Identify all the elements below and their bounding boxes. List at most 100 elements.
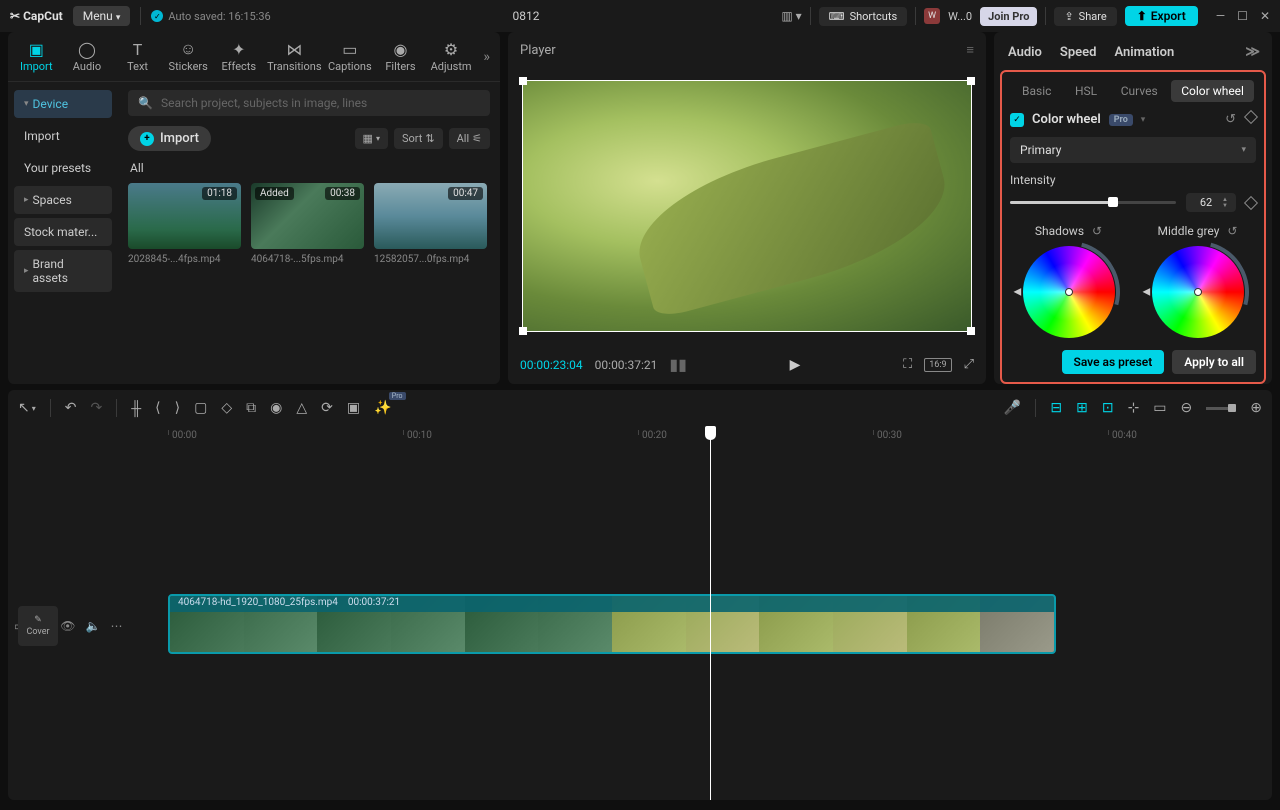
player-viewport[interactable] bbox=[518, 66, 976, 345]
preview-tool[interactable]: ▭ bbox=[1153, 400, 1166, 416]
subtab-colorwheel[interactable]: Color wheel bbox=[1171, 80, 1254, 102]
resize-handle[interactable] bbox=[967, 327, 975, 335]
reset-icon[interactable]: ↺ bbox=[1092, 224, 1102, 238]
play-button[interactable]: ▶ bbox=[790, 357, 801, 373]
tab-import[interactable]: ▣ Import bbox=[12, 36, 61, 77]
tab-text[interactable]: TText bbox=[113, 36, 162, 77]
ai-tool[interactable]: ✨Pro bbox=[374, 400, 391, 416]
tab-stickers[interactable]: ☺Stickers bbox=[164, 36, 213, 77]
intensity-slider[interactable] bbox=[1010, 201, 1176, 204]
import-button[interactable]: + Import bbox=[128, 126, 211, 151]
join-pro-button[interactable]: Join Pro bbox=[980, 7, 1037, 26]
timeline-ruler[interactable]: 00:00 00:10 00:20 00:30 00:40 bbox=[8, 426, 1272, 450]
trim-right-tool[interactable]: ⟩ bbox=[175, 400, 180, 416]
aspect-ratio-button[interactable]: 16:9 bbox=[924, 358, 951, 372]
reset-icon[interactable]: ↺ bbox=[1225, 112, 1236, 127]
search-input[interactable]: 🔍 Search project, subjects in image, lin… bbox=[128, 90, 490, 116]
media-clip[interactable]: Added 00:38 4064718-...5fps.mp4 bbox=[251, 183, 364, 265]
tab-audio-inspector[interactable]: Audio bbox=[1008, 45, 1042, 60]
sidebar-item-stock[interactable]: Stock mater... bbox=[14, 218, 112, 246]
mirror-tool[interactable]: △ bbox=[296, 400, 307, 416]
minimize-button[interactable]: ― bbox=[1216, 9, 1225, 23]
media-clip[interactable]: 01:18 2028845-...4fps.mp4 bbox=[128, 183, 241, 265]
filter-all-button[interactable]: All ⚟ bbox=[449, 128, 490, 149]
player-frame[interactable] bbox=[522, 80, 972, 332]
timeline[interactable]: 00:00 00:10 00:20 00:30 00:40 ▭ 🔒 👁 🔈 ⋯ … bbox=[8, 426, 1272, 800]
undo-button[interactable]: ↶ bbox=[65, 400, 77, 416]
resize-handle[interactable] bbox=[519, 327, 527, 335]
slider-thumb[interactable] bbox=[1108, 197, 1118, 207]
wheel-handle[interactable] bbox=[1194, 288, 1202, 296]
sidebar-item-spaces[interactable]: ▸Spaces bbox=[14, 186, 112, 214]
trim-left-tool[interactable]: ⟨ bbox=[155, 400, 160, 416]
cover-button[interactable]: ✎ Cover bbox=[18, 606, 58, 646]
tabs-more-icon[interactable]: ≫ bbox=[1245, 44, 1260, 60]
tab-audio[interactable]: ◯Audio bbox=[63, 36, 112, 77]
compare-icon[interactable]: ▮▮ bbox=[669, 355, 687, 374]
zoom-in-icon[interactable]: ⊕ bbox=[1250, 400, 1262, 416]
maximize-button[interactable]: ☐ bbox=[1237, 9, 1248, 23]
subtab-basic[interactable]: Basic bbox=[1012, 80, 1061, 102]
shortcuts-button[interactable]: ⌨ Shortcuts bbox=[819, 7, 907, 26]
duplicate-tool[interactable]: ⧉ bbox=[246, 400, 256, 416]
media-clip[interactable]: 00:47 12582057...0fps.mp4 bbox=[374, 183, 487, 265]
subtab-curves[interactable]: Curves bbox=[1111, 80, 1168, 102]
fullscreen-icon[interactable]: ⤢ bbox=[964, 357, 974, 372]
color-wheel-control[interactable] bbox=[1152, 246, 1244, 338]
tab-transitions[interactable]: ⋈Transitions bbox=[265, 36, 323, 77]
snap-toggle[interactable]: ⊟ bbox=[1050, 400, 1062, 416]
intensity-value-input[interactable]: 62 ▲▼ bbox=[1186, 193, 1236, 212]
export-button[interactable]: ⬆ Export bbox=[1125, 6, 1198, 26]
wheel-mode-dropdown[interactable]: Primary ▾ bbox=[1010, 137, 1256, 163]
tab-speed[interactable]: Speed bbox=[1060, 45, 1097, 60]
redo-button[interactable]: ↷ bbox=[90, 400, 102, 416]
subtab-hsl[interactable]: HSL bbox=[1065, 80, 1107, 102]
sidebar-item-brand[interactable]: ▸Brand assets bbox=[14, 250, 112, 292]
colorwheel-checkbox[interactable]: ✓ bbox=[1010, 113, 1024, 127]
keyframe-icon[interactable] bbox=[1244, 195, 1258, 209]
sidebar-item-device[interactable]: ▾Device bbox=[14, 90, 112, 118]
wheel-handle[interactable] bbox=[1065, 288, 1073, 296]
view-mode-button[interactable]: ▦ ▾ bbox=[355, 128, 388, 149]
split-tool[interactable]: ╫ bbox=[131, 400, 141, 417]
zoom-out-icon[interactable]: ⊖ bbox=[1181, 400, 1193, 416]
scale-icon[interactable]: ⛶ bbox=[903, 357, 912, 372]
playhead-handle[interactable] bbox=[705, 426, 716, 440]
zoom-slider[interactable] bbox=[1206, 407, 1236, 410]
keyframe-icon[interactable] bbox=[1244, 110, 1258, 124]
marker-tool[interactable]: ◇ bbox=[221, 400, 232, 416]
tab-effects[interactable]: ✦Effects bbox=[215, 36, 264, 77]
resize-handle[interactable] bbox=[967, 77, 975, 85]
close-button[interactable]: ✕ bbox=[1260, 9, 1270, 23]
sidebar-item-presets[interactable]: Your presets bbox=[14, 154, 112, 182]
align-tool[interactable]: ⊹ bbox=[1128, 400, 1140, 416]
sort-button[interactable]: Sort ⇅ bbox=[394, 128, 443, 149]
sidebar-item-import[interactable]: Import bbox=[14, 122, 112, 150]
menu-button[interactable]: Menu▾ bbox=[73, 6, 131, 26]
reverse-tool[interactable]: ◉ bbox=[270, 400, 282, 416]
mic-icon[interactable]: 🎤 bbox=[1004, 400, 1021, 416]
resize-handle[interactable] bbox=[519, 77, 527, 85]
reset-icon[interactable]: ↺ bbox=[1227, 224, 1237, 238]
tab-animation[interactable]: Animation bbox=[1114, 45, 1174, 60]
frame-tool[interactable]: ▣ bbox=[347, 400, 360, 416]
magnet-toggle[interactable]: ⊡ bbox=[1102, 400, 1114, 416]
link-toggle[interactable]: ⊞ bbox=[1076, 400, 1088, 416]
save-preset-button[interactable]: Save as preset bbox=[1062, 350, 1165, 374]
tab-captions[interactable]: ▭Captions bbox=[326, 36, 375, 77]
apply-all-button[interactable]: Apply to all bbox=[1172, 350, 1256, 374]
share-button[interactable]: ⇪ Share bbox=[1054, 7, 1116, 26]
chevron-down-icon[interactable]: ▾ bbox=[1141, 115, 1146, 125]
rotate-tool[interactable]: ⟳ bbox=[321, 400, 333, 416]
playhead[interactable] bbox=[710, 426, 711, 800]
layout-icon[interactable]: ▥ ▾ bbox=[781, 9, 801, 23]
color-wheel-control[interactable] bbox=[1023, 246, 1115, 338]
crop-tool[interactable]: ▢ bbox=[194, 400, 207, 416]
player-menu-icon[interactable]: ≡ bbox=[966, 42, 974, 58]
tab-filters[interactable]: ◉Filters bbox=[376, 36, 425, 77]
track-mute-icon[interactable]: 🔈 bbox=[86, 619, 101, 633]
track-more-icon[interactable]: ⋯ bbox=[110, 619, 122, 633]
user-avatar[interactable]: W bbox=[924, 8, 940, 24]
tab-adjustment[interactable]: ⚙Adjustm bbox=[427, 36, 476, 77]
track-visibility-icon[interactable]: 👁 bbox=[60, 619, 75, 633]
